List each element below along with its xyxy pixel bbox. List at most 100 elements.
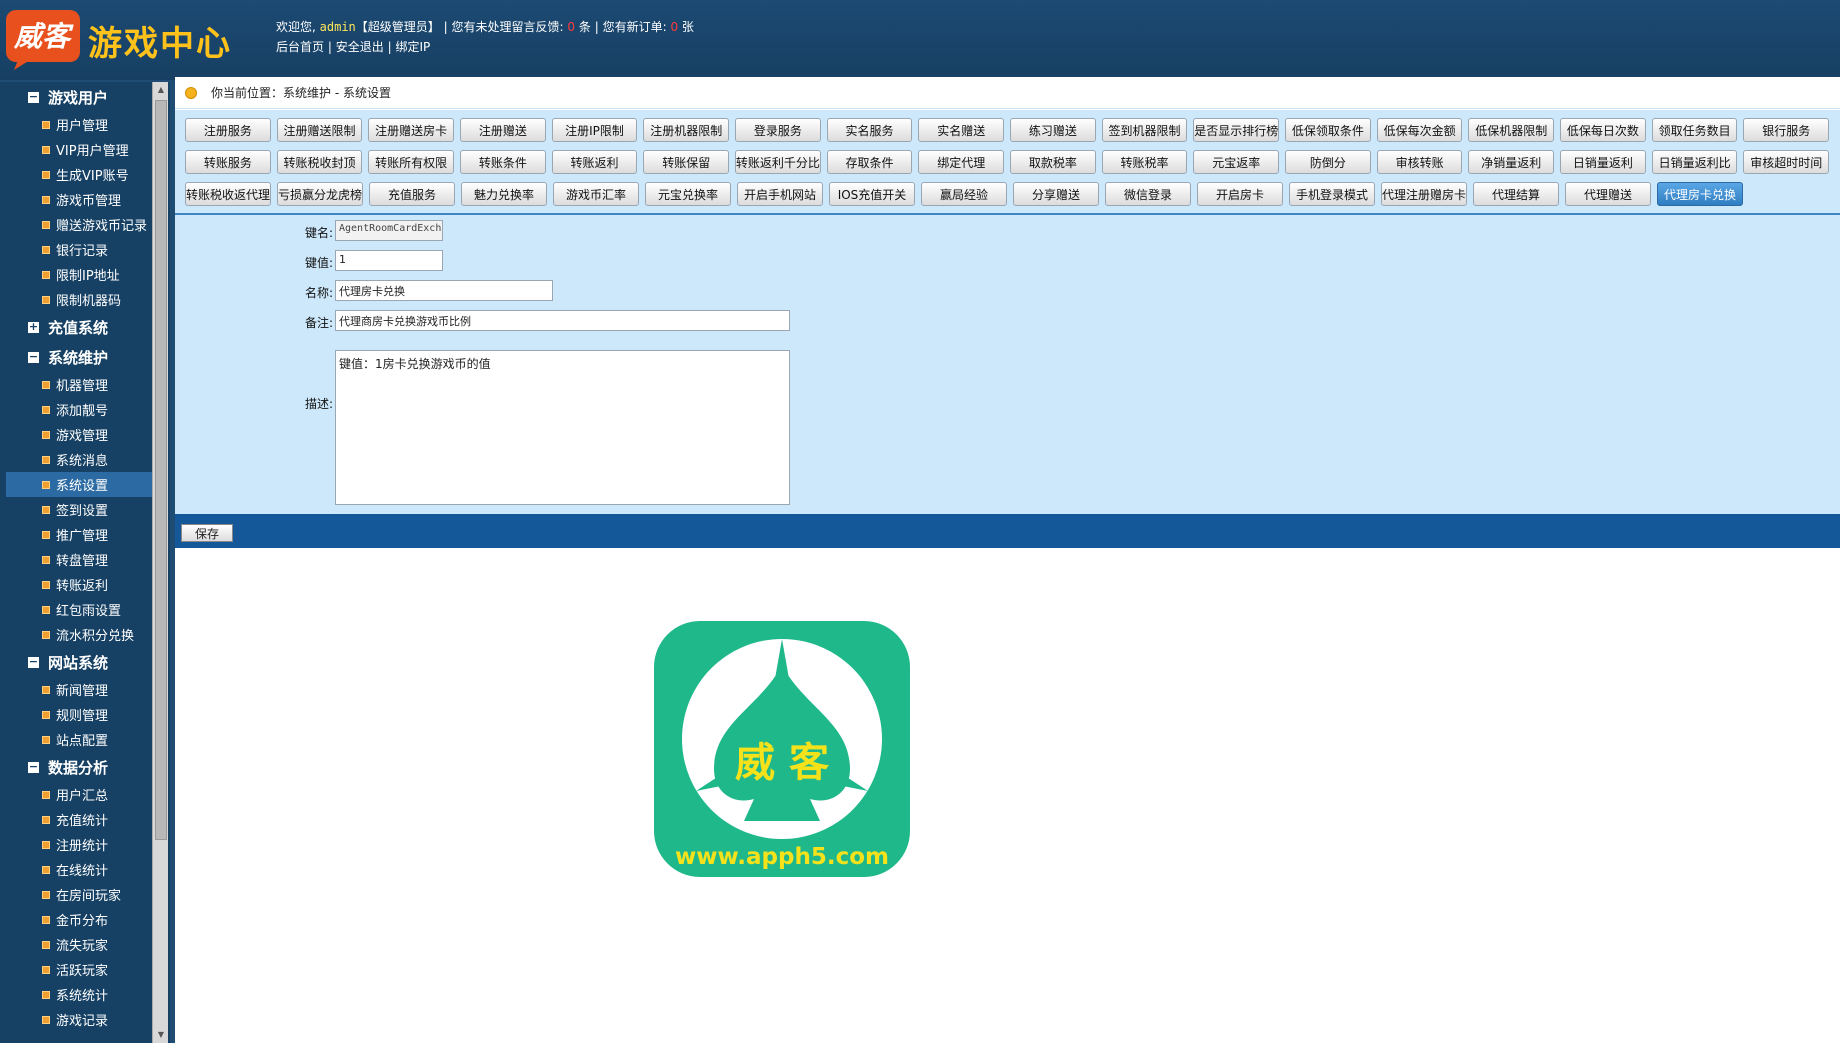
setting-button[interactable]: 净销量返利 (1468, 150, 1555, 174)
sidebar-group-header[interactable]: − 数据分析 (6, 752, 152, 782)
sidebar-item[interactable]: 活跃玩家 (6, 957, 152, 982)
sidebar-item[interactable]: 添加靓号 (6, 397, 152, 422)
setting-button[interactable]: 注册赠送 (460, 118, 546, 142)
home-link[interactable]: 后台首页 (276, 40, 324, 54)
setting-button[interactable]: 绑定代理 (918, 150, 1005, 174)
setting-button[interactable]: 低保每日次数 (1560, 118, 1646, 142)
sidebar-item[interactable]: 游戏币管理 (6, 187, 152, 212)
sidebar-item[interactable]: 站点配置 (6, 727, 152, 752)
collapse-icon[interactable]: − (28, 656, 39, 668)
sidebar-item[interactable]: 限制机器码 (6, 287, 152, 312)
setting-button[interactable]: 存取条件 (826, 150, 913, 174)
setting-button[interactable]: 注册IP限制 (551, 118, 638, 142)
sidebar-item[interactable]: 流失玩家 (6, 932, 152, 957)
setting-button[interactable]: 转账所有权限 (368, 150, 455, 174)
setting-button[interactable]: 登录服务 (735, 118, 821, 142)
setting-button[interactable]: 转账返利千分比 (735, 150, 821, 174)
setting-button[interactable]: 注册服务 (185, 118, 271, 142)
setting-button[interactable]: 低保每次金额 (1376, 118, 1463, 142)
setting-button[interactable]: 游戏币汇率 (553, 182, 639, 206)
setting-button[interactable]: 转账服务 (185, 150, 271, 174)
setting-button[interactable]: 审核超时时间 (1743, 150, 1830, 174)
setting-button[interactable]: 开启手机网站 (737, 182, 823, 206)
sidebar-item[interactable]: 转账返利 (6, 572, 152, 597)
setting-button[interactable]: 实名赠送 (918, 118, 1005, 142)
setting-button[interactable]: 领取任务数目 (1651, 118, 1738, 142)
sidebar-item[interactable]: 游戏记录 (6, 1007, 152, 1032)
setting-button[interactable]: 微信登录 (1105, 182, 1191, 206)
sidebar-item[interactable]: 注册统计 (6, 832, 152, 857)
setting-button[interactable]: 审核转账 (1376, 150, 1463, 174)
setting-button[interactable]: 注册赠送限制 (276, 118, 363, 142)
setting-button[interactable]: 取款税率 (1010, 150, 1096, 174)
remark-field[interactable]: 代理商房卡兑换游戏币比例 (335, 310, 790, 331)
setting-button[interactable]: 代理注册赠房卡 (1381, 182, 1467, 206)
setting-button[interactable]: 低保机器限制 (1468, 118, 1555, 142)
sidebar-scrollbar[interactable]: ▲ ▼ (152, 82, 168, 1043)
setting-button[interactable]: 元宝兑换率 (645, 182, 731, 206)
sidebar-item[interactable]: 红包雨设置 (6, 597, 152, 622)
sidebar-item[interactable]: 新闻管理 (6, 677, 152, 702)
setting-button[interactable]: 注册机器限制 (643, 118, 730, 142)
sidebar-item[interactable]: 推广管理 (6, 522, 152, 547)
sidebar-item[interactable]: 限制IP地址 (6, 262, 152, 287)
setting-button[interactable]: 开启房卡 (1197, 182, 1283, 206)
sidebar-item[interactable]: VIP用户管理 (6, 137, 152, 162)
setting-button[interactable]: 代理赠送 (1565, 182, 1651, 206)
setting-button[interactable]: 签到机器限制 (1101, 118, 1188, 142)
setting-button[interactable]: 转账返利 (551, 150, 638, 174)
setting-button[interactable]: 转账税率 (1101, 150, 1188, 174)
scroll-thumb[interactable] (155, 100, 167, 840)
collapse-icon[interactable]: − (28, 91, 39, 103)
setting-button[interactable]: 日销量返利 (1560, 150, 1646, 174)
sidebar-item[interactable]: 系统消息 (6, 447, 152, 472)
sidebar-group-header[interactable]: + 充值系统 (6, 312, 152, 342)
sidebar-item[interactable]: 游戏管理 (6, 422, 152, 447)
collapse-icon[interactable]: − (28, 351, 39, 363)
sidebar-item[interactable]: 签到设置 (6, 497, 152, 522)
sidebar-item[interactable]: 在线统计 (6, 857, 152, 882)
sidebar-group-header[interactable]: − 系统维护 (6, 342, 152, 372)
sidebar-group-header[interactable]: − 游戏用户 (6, 82, 152, 112)
sidebar-item[interactable]: 充值统计 (6, 807, 152, 832)
sidebar-item[interactable]: 流水积分兑换 (6, 622, 152, 647)
setting-button[interactable]: 元宝返率 (1193, 150, 1280, 174)
order-count[interactable]: 0 (670, 20, 678, 34)
setting-button[interactable]: 转账条件 (460, 150, 546, 174)
sidebar-item[interactable]: 机器管理 (6, 372, 152, 397)
setting-button[interactable]: 银行服务 (1743, 118, 1830, 142)
setting-button[interactable]: 注册赠送房卡 (368, 118, 455, 142)
setting-button[interactable]: 分享赠送 (1013, 182, 1099, 206)
setting-button[interactable]: 转账税收封顶 (276, 150, 363, 174)
setting-button[interactable]: 日销量返利比 (1651, 150, 1738, 174)
setting-button[interactable]: IOS充值开关 (829, 182, 915, 206)
collapse-icon[interactable]: − (28, 761, 39, 773)
sidebar-item[interactable]: 用户汇总 (6, 782, 152, 807)
sidebar-item[interactable]: 转盘管理 (6, 547, 152, 572)
sidebar-group-header[interactable]: − 网站系统 (6, 647, 152, 677)
sidebar-item[interactable]: 赠送游戏币记录 (6, 212, 152, 237)
setting-button[interactable]: 练习赠送 (1010, 118, 1096, 142)
expand-icon[interactable]: + (28, 321, 39, 333)
value-field[interactable]: 1 (335, 250, 443, 271)
sidebar-item[interactable]: 用户管理 (6, 112, 152, 137)
setting-button[interactable]: 低保领取条件 (1285, 118, 1371, 142)
setting-button[interactable]: 代理房卡兑换 (1657, 182, 1743, 206)
sidebar-item[interactable]: 金币分布 (6, 907, 152, 932)
sidebar-item[interactable]: 生成VIP账号 (6, 162, 152, 187)
feedback-count[interactable]: 0 (567, 20, 575, 34)
setting-button[interactable]: 转账保留 (643, 150, 730, 174)
setting-button[interactable]: 手机登录模式 (1289, 182, 1375, 206)
sidebar-item[interactable]: 银行记录 (6, 237, 152, 262)
description-textarea[interactable]: 键值：1房卡兑换游戏币的值 (335, 350, 790, 505)
setting-button[interactable]: 防倒分 (1285, 150, 1371, 174)
setting-button[interactable]: 实名服务 (826, 118, 913, 142)
save-button[interactable]: 保存 (181, 524, 233, 542)
sidebar-item[interactable]: 系统统计 (6, 982, 152, 1007)
setting-button[interactable]: 亏损赢分龙虎榜 (277, 182, 363, 206)
sidebar-item[interactable]: 规则管理 (6, 702, 152, 727)
setting-button[interactable]: 充值服务 (369, 182, 455, 206)
setting-button[interactable]: 代理结算 (1473, 182, 1559, 206)
sidebar-item[interactable]: 系统设置 (6, 472, 152, 497)
setting-button[interactable]: 转账税收返代理 (185, 182, 271, 206)
